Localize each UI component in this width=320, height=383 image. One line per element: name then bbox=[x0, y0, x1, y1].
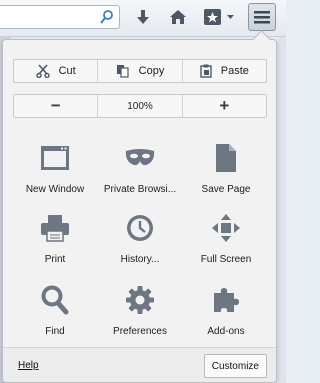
mask-icon bbox=[124, 140, 156, 176]
private-browsing-button[interactable]: Private Browsi... bbox=[97, 140, 183, 200]
browser-toolbar bbox=[0, 0, 286, 37]
copy-button[interactable]: Copy bbox=[98, 60, 183, 82]
zoom-in-label: + bbox=[219, 96, 230, 115]
add-ons-button[interactable]: Add-ons bbox=[183, 282, 269, 342]
zoom-in-button[interactable]: + bbox=[183, 95, 266, 117]
new-window-button[interactable]: New Window bbox=[12, 140, 98, 200]
search-bar[interactable] bbox=[0, 5, 120, 29]
preferences-label: Preferences bbox=[113, 326, 167, 337]
full-screen-button[interactable]: Full Screen bbox=[183, 210, 269, 270]
hamburger-menu-icon[interactable] bbox=[248, 3, 276, 31]
printer-icon bbox=[40, 210, 70, 246]
bookmark-star-icon[interactable] bbox=[202, 5, 238, 29]
zoom-controls: − 100% + bbox=[13, 94, 267, 118]
customize-button[interactable]: Customize bbox=[203, 354, 267, 378]
save-page-label: Save Page bbox=[201, 184, 251, 195]
history-button[interactable]: History... bbox=[97, 210, 183, 270]
app-menu-panel: Cut Copy Paste − 100% + New Window Priva… bbox=[2, 39, 277, 383]
zoom-out-button[interactable]: − bbox=[14, 95, 99, 117]
new-window-label: New Window bbox=[25, 184, 85, 195]
full-screen-label: Full Screen bbox=[200, 254, 252, 265]
save-page-button[interactable]: Save Page bbox=[183, 140, 269, 200]
private-browsing-label: Private Browsi... bbox=[103, 184, 177, 195]
fullscreen-icon bbox=[211, 210, 241, 246]
cut-label: Cut bbox=[58, 65, 76, 77]
download-arrow-icon[interactable] bbox=[132, 5, 154, 29]
zoom-level: 100% bbox=[127, 100, 153, 112]
preferences-button[interactable]: Preferences bbox=[97, 282, 183, 342]
find-label: Find bbox=[45, 326, 65, 337]
magnifier-icon bbox=[41, 282, 69, 318]
zoom-reset-button[interactable]: 100% bbox=[98, 95, 183, 117]
menu-footer: Help Customize bbox=[3, 347, 276, 382]
cut-button[interactable]: Cut bbox=[14, 60, 99, 82]
home-icon[interactable] bbox=[166, 5, 190, 29]
search-icon[interactable] bbox=[99, 9, 115, 30]
print-label: Print bbox=[44, 254, 66, 265]
page-icon bbox=[215, 140, 237, 176]
help-link[interactable]: Help bbox=[18, 360, 39, 371]
puzzle-icon bbox=[211, 282, 241, 318]
zoom-out-label: − bbox=[50, 96, 61, 115]
paste-label: Paste bbox=[220, 65, 249, 77]
add-ons-label: Add-ons bbox=[207, 326, 245, 337]
paste-button[interactable]: Paste bbox=[183, 60, 266, 82]
copy-label: Copy bbox=[138, 65, 165, 77]
clipboard-icon bbox=[200, 64, 212, 78]
find-button[interactable]: Find bbox=[12, 282, 98, 342]
clock-icon bbox=[125, 210, 155, 246]
gear-icon bbox=[125, 282, 155, 318]
scissors-icon bbox=[35, 64, 50, 78]
window-edge bbox=[278, 37, 286, 383]
new-window-icon bbox=[40, 140, 70, 176]
edit-controls: Cut Copy Paste bbox=[13, 59, 267, 83]
print-button[interactable]: Print bbox=[12, 210, 98, 270]
copy-icon bbox=[116, 64, 130, 78]
history-label: History... bbox=[120, 254, 160, 265]
